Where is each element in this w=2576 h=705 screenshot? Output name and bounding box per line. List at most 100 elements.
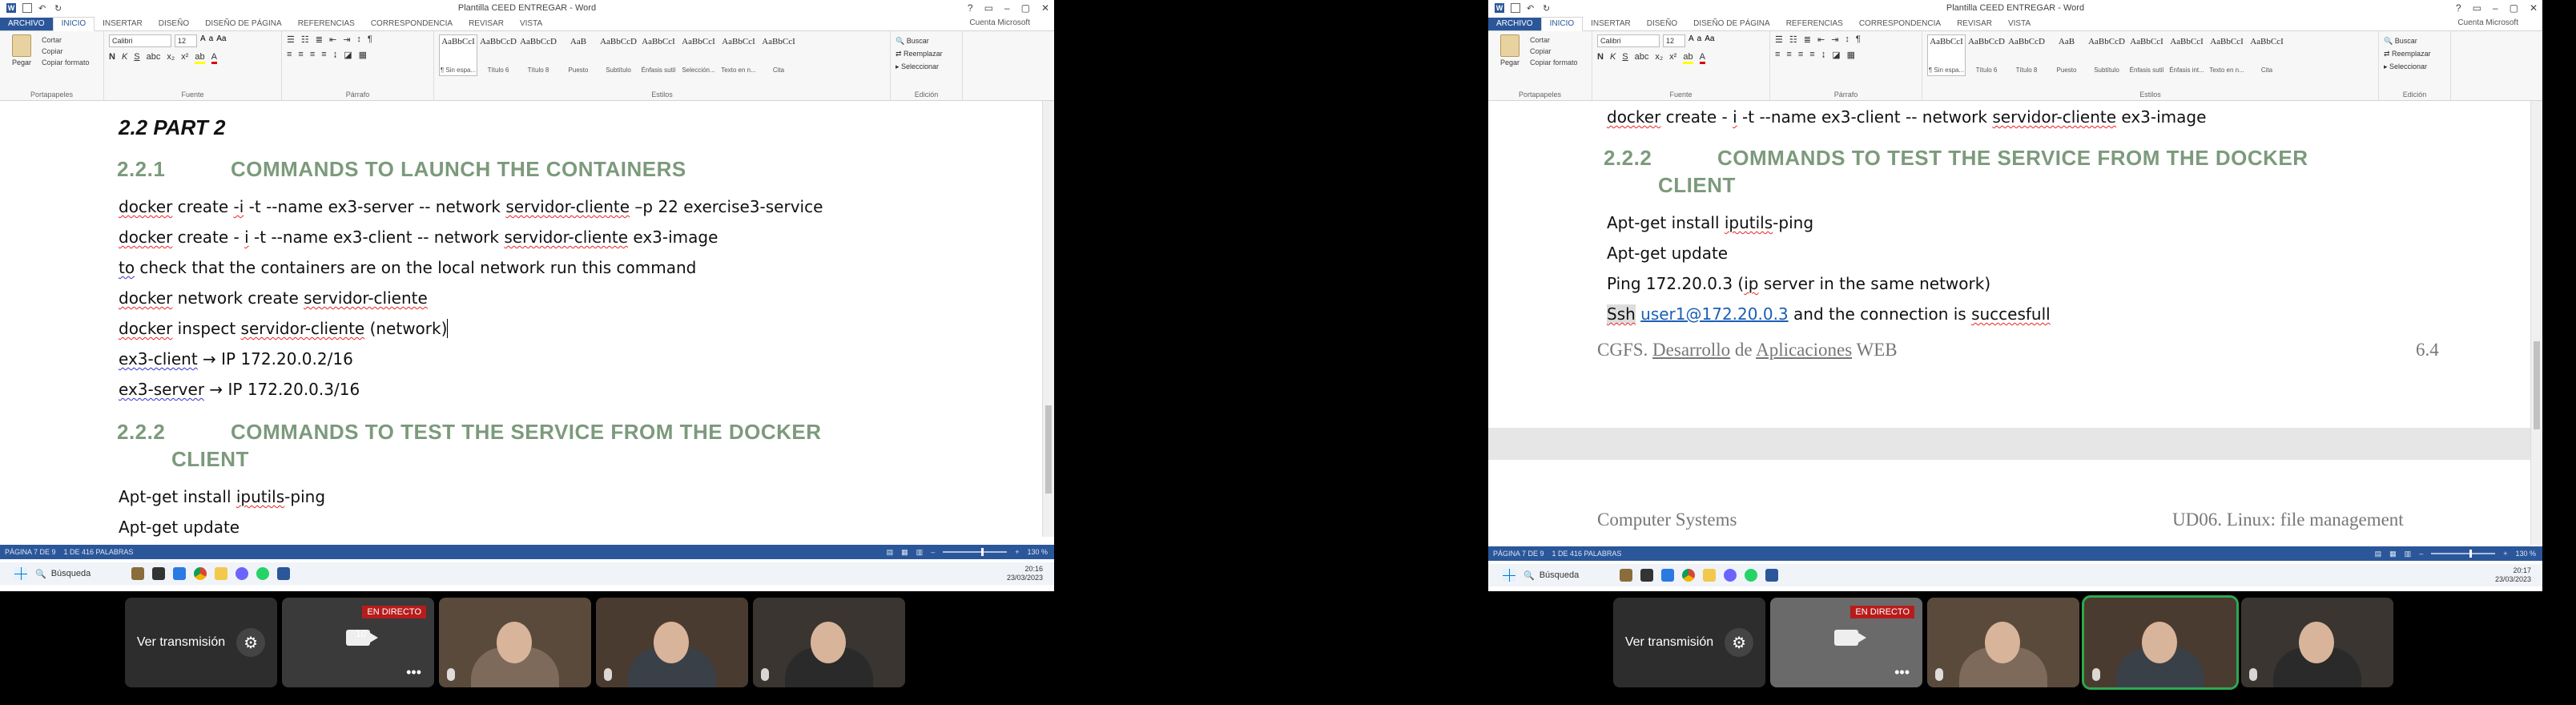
task-view-icon[interactable]: [1640, 569, 1653, 582]
align-left-icon[interactable]: ≡: [287, 50, 292, 60]
email-link[interactable]: user1@172.20.0.3: [1640, 304, 1789, 324]
meet-icon[interactable]: [1724, 569, 1737, 582]
replace-button[interactable]: ⇄ Reemplazar: [896, 47, 957, 60]
watch-stream-button[interactable]: Ver transmisión ⚙: [125, 598, 277, 687]
strikethrough-icon[interactable]: abc: [147, 52, 161, 64]
increase-indent-icon[interactable]: ⇥: [1831, 34, 1838, 45]
style-gallery-item[interactable]: AaBbCcI Énfasis sutil: [639, 34, 678, 76]
close-icon[interactable]: ✕: [1041, 2, 1049, 14]
tab-correspondencia[interactable]: CORRESPONDENCIA: [363, 18, 461, 30]
numbering-icon[interactable]: ☷: [1789, 34, 1797, 45]
style-gallery-item[interactable]: AaBbCcI Texto en n...: [2208, 34, 2246, 76]
style-gallery-item[interactable]: AaBbCcI Cita: [759, 34, 798, 76]
zoom-level[interactable]: 130 %: [1027, 548, 1048, 556]
style-gallery-item[interactable]: AaBbCcI Énfasis int...: [2167, 34, 2206, 76]
widgets-icon[interactable]: [1620, 569, 1632, 582]
participant-tile[interactable]: [596, 598, 748, 687]
copy-button[interactable]: Copiar: [42, 46, 90, 57]
stream-settings-icon[interactable]: ⚙: [1725, 628, 1754, 657]
maximize-icon[interactable]: ▢: [1021, 2, 1030, 14]
format-painter-button[interactable]: Copiar formato: [1530, 57, 1578, 68]
participant-tile[interactable]: [753, 598, 905, 687]
word-count[interactable]: 1 DE 416 PALABRAS: [1552, 550, 1622, 558]
windows-start-icon[interactable]: [14, 567, 27, 580]
sort-icon[interactable]: ↕: [356, 34, 361, 45]
web-layout-icon[interactable]: ▥: [916, 548, 924, 557]
copy-button[interactable]: Copiar: [1530, 46, 1578, 57]
page-count[interactable]: PÁGINA 7 DE 9: [5, 548, 56, 556]
tab-diseno[interactable]: DISEÑO: [1639, 18, 1685, 30]
tab-vista[interactable]: VISTA: [512, 18, 550, 30]
print-layout-icon[interactable]: ▦: [2389, 550, 2397, 558]
change-case-icon[interactable]: Aa: [1705, 34, 1714, 47]
scroll-thumb[interactable]: [2534, 341, 2540, 429]
word-taskbar-icon[interactable]: [1765, 569, 1778, 582]
line-spacing-icon[interactable]: ↨: [333, 50, 338, 60]
grow-font-icon[interactable]: A: [200, 34, 206, 47]
italic-icon[interactable]: K: [122, 52, 127, 64]
font-size-select[interactable]: 12: [175, 34, 197, 47]
style-gallery-item[interactable]: AaBbCcI Texto en n...: [719, 34, 758, 76]
tab-referencias[interactable]: REFERENCIAS: [290, 18, 363, 30]
vertical-scrollbar[interactable]: [2530, 101, 2542, 545]
paste-button[interactable]: Pegar: [5, 34, 38, 97]
borders-icon[interactable]: ▦: [1847, 50, 1855, 60]
style-gallery-item[interactable]: AaBbCcD Título 6: [1967, 34, 2006, 76]
line-spacing-icon[interactable]: ↨: [1821, 50, 1826, 60]
document-area[interactable]: 2.2 PART 2 2.2.1 COMMANDS TO LAUNCH THE C…: [0, 101, 1054, 537]
italic-icon[interactable]: K: [1610, 52, 1616, 64]
style-gallery-item[interactable]: AaBbCcD Subtítulo: [2087, 34, 2126, 76]
file-explorer-icon[interactable]: [215, 567, 227, 580]
tab-insertar[interactable]: INSERTAR: [1583, 18, 1639, 30]
multilevel-icon[interactable]: ≣: [316, 34, 323, 45]
stream-settings-icon[interactable]: ⚙: [236, 628, 266, 657]
whatsapp-icon[interactable]: [1745, 569, 1757, 582]
find-button[interactable]: 🔍 Buscar: [896, 34, 957, 47]
find-button[interactable]: 🔍 Buscar: [2384, 34, 2445, 47]
select-button[interactable]: ▸ Seleccionar: [896, 60, 957, 73]
sort-icon[interactable]: ↕: [1845, 34, 1849, 45]
font-size-select[interactable]: 12: [1663, 34, 1685, 47]
style-gallery-item[interactable]: AaBbCcI Cita: [2248, 34, 2286, 76]
superscript-icon[interactable]: x²: [181, 52, 188, 64]
tab-correspondencia[interactable]: CORRESPONDENCIA: [1851, 18, 1949, 30]
task-view-icon[interactable]: [152, 567, 165, 580]
decrease-indent-icon[interactable]: ⇤: [329, 34, 336, 45]
style-gallery-item[interactable]: AaBbCcD Subtítulo: [599, 34, 638, 76]
clock[interactable]: 20:16 23/03/2023: [1007, 565, 1043, 582]
tab-vista[interactable]: VISTA: [2000, 18, 2039, 30]
participant-tile[interactable]: [2241, 598, 2393, 687]
select-button[interactable]: ▸ Seleccionar: [2384, 60, 2445, 73]
shrink-font-icon[interactable]: a: [1697, 34, 1702, 47]
shrink-font-icon[interactable]: a: [209, 34, 214, 47]
chrome-icon[interactable]: [194, 567, 207, 580]
zoom-in-icon[interactable]: +: [2503, 550, 2507, 558]
print-layout-icon[interactable]: ▦: [901, 548, 908, 557]
windows-start-icon[interactable]: [1503, 569, 1515, 582]
show-marks-icon[interactable]: ¶: [1856, 34, 1861, 45]
underline-icon[interactable]: S: [134, 52, 139, 64]
font-color-icon[interactable]: A: [1699, 52, 1705, 64]
ribbon-options-icon[interactable]: ▭: [2473, 2, 2481, 14]
document-area[interactable]: docker create - i -t --name ex3-client -…: [1488, 101, 2542, 545]
borders-icon[interactable]: ▦: [359, 50, 367, 60]
increase-indent-icon[interactable]: ⇥: [343, 34, 350, 45]
edge-icon[interactable]: [1661, 569, 1674, 582]
minimize-icon[interactable]: –: [1004, 2, 1010, 14]
font-color-icon[interactable]: A: [211, 52, 217, 64]
account-name[interactable]: Cuenta Microsoft: [2457, 18, 2518, 27]
tab-insertar[interactable]: INSERTAR: [95, 18, 151, 30]
clock[interactable]: 20:17 23/03/2023: [2495, 566, 2531, 584]
page-count[interactable]: PÁGINA 7 DE 9: [1493, 550, 1544, 558]
tab-revisar[interactable]: REVISAR: [461, 18, 512, 30]
align-right-icon[interactable]: ≡: [1798, 50, 1803, 60]
shading-icon[interactable]: ◪: [344, 50, 352, 60]
multilevel-icon[interactable]: ≣: [1804, 34, 1811, 45]
tab-archivo[interactable]: ARCHIVO: [0, 18, 53, 30]
underline-icon[interactable]: S: [1622, 52, 1628, 64]
bullets-icon[interactable]: ☰: [1775, 34, 1783, 45]
style-gallery-item[interactable]: AaBbCcI Énfasis sutil: [2127, 34, 2166, 76]
text-highlight-icon[interactable]: ab: [1683, 52, 1693, 64]
decrease-indent-icon[interactable]: ⇤: [1817, 34, 1825, 45]
maximize-icon[interactable]: ▢: [2510, 2, 2518, 14]
